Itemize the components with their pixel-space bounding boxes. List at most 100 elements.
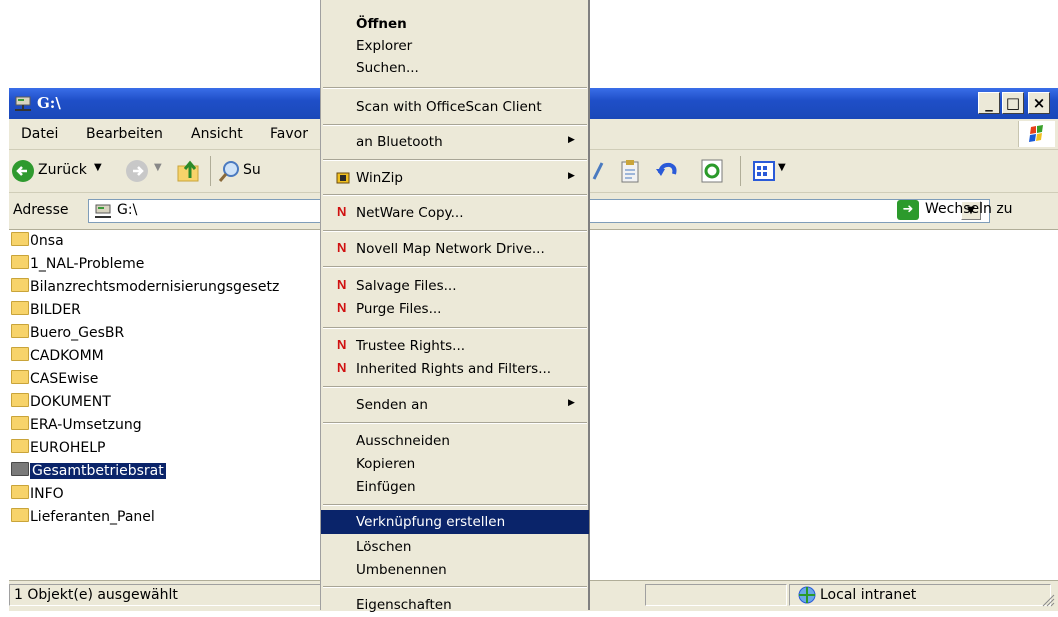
menu-item-explorer[interactable]: Explorer [321,34,589,58]
search-button-label[interactable]: Su [243,162,261,178]
menu-item-open[interactable]: Öffnen [321,12,589,36]
maximize-button[interactable]: □ [1002,92,1024,114]
copy-to-icon[interactable] [592,159,606,183]
menu-item-label: Explorer [356,38,413,54]
menu-separator [323,586,587,588]
close-button[interactable]: × [1028,92,1050,114]
novell-icon: N [337,240,347,255]
menu-item-netware-copy[interactable]: N NetWare Copy... [321,201,589,225]
views-icon[interactable] [752,159,776,183]
menu-item-label: Salvage Files... [356,278,457,294]
list-item-selected[interactable]: Gesamtbetriebsrat [11,462,166,484]
list-item[interactable]: BILDER [11,301,81,323]
menu-item-officescan[interactable]: Scan with OfficeScan Client [321,95,589,119]
menu-item-create-shortcut[interactable]: Verknüpfung erstellen [321,510,589,534]
menu-ansicht[interactable]: Ansicht [191,126,243,142]
menu-item-label: Öffnen [356,16,407,32]
menu-item-send-to[interactable]: Senden an ▶ [321,393,589,417]
menu-item-label: NetWare Copy... [356,205,464,221]
menu-item-label: Scan with OfficeScan Client [356,99,542,115]
menu-item-bluetooth[interactable]: an Bluetooth ▶ [321,130,589,154]
menu-item-purge[interactable]: N Purge Files... [321,297,589,321]
novell-icon: N [337,204,347,219]
novell-icon: N [337,337,347,352]
resize-grip-icon[interactable] [1041,593,1055,607]
file-name: DOKUMENT [30,394,111,410]
file-name: Bilanzrechtsmodernisierungsgesetz [30,279,280,295]
menu-item-search[interactable]: Suchen... [321,56,589,80]
go-arrow-icon[interactable]: ➜ [897,200,919,220]
list-item[interactable]: ERA-Umsetzung [11,416,142,438]
list-item[interactable]: Bilanzrechtsmodernisierungsgesetz [11,278,279,300]
views-dropdown-icon[interactable]: ▼ [778,162,786,173]
menu-item-delete[interactable]: Löschen [321,535,589,559]
menu-item-copy[interactable]: Kopieren [321,452,589,476]
novell-icon: N [337,300,347,315]
folder-icon [11,508,29,522]
folder-icon [11,301,29,315]
menu-item-novell-map[interactable]: N Novell Map Network Drive... [321,237,589,261]
menu-separator [323,266,587,268]
folder-up-icon[interactable] [176,158,202,184]
list-item[interactable]: EUROHELP [11,439,105,461]
folder-icon [11,462,29,476]
menu-favoriten[interactable]: Favor [270,126,308,142]
menu-separator [323,87,587,89]
menu-item-salvage[interactable]: N Salvage Files... [321,274,589,298]
menu-separator [323,124,587,126]
submenu-arrow-icon: ▶ [568,171,575,181]
menu-item-label: Novell Map Network Drive... [356,241,545,257]
forward-arrow-icon[interactable] [125,159,149,183]
list-item[interactable]: Lieferanten_Panel [11,508,155,530]
back-button-label[interactable]: Zurück [38,162,87,178]
menu-bearbeiten[interactable]: Bearbeiten [86,126,163,142]
status-cell-selection: 1 Objekt(e) ausgewählt [9,584,321,606]
menu-item-label: Einfügen [356,479,416,495]
folder-icon [11,416,29,430]
folder-icon [11,393,29,407]
menu-item-label: Ausschneiden [356,433,450,449]
refresh-icon[interactable] [700,158,724,184]
menu-item-winzip[interactable]: WinZip ▶ [321,166,589,190]
folder-icon [11,439,29,453]
list-item[interactable]: 1_NAL-Probleme [11,255,144,277]
list-item[interactable]: Buero_GesBR [11,324,124,346]
minimize-button[interactable]: _ [978,92,1000,114]
menu-item-label: Purge Files... [356,301,442,317]
folder-icon [11,370,29,384]
menu-item-paste[interactable]: Einfügen [321,475,589,499]
menu-item-label: Suchen... [356,60,419,76]
menu-datei[interactable]: Datei [21,126,58,142]
menu-item-cut[interactable]: Ausschneiden [321,429,589,453]
menu-separator [323,422,587,424]
toolbar-separator [740,156,741,186]
menu-item-properties[interactable]: Eigenschaften [321,593,589,617]
folder-icon [11,485,29,499]
file-list: 0nsa 1_NAL-Probleme Bilanzrechtsmodernis… [9,230,329,578]
window-title: G:\ [37,94,61,112]
search-icon[interactable] [218,159,242,183]
forward-dropdown-icon[interactable]: ▼ [154,162,162,173]
list-item[interactable]: CADKOMM [11,347,104,369]
menu-item-rename[interactable]: Umbenennen [321,558,589,582]
paste-icon[interactable] [620,158,642,184]
menu-item-label: Kopieren [356,456,416,472]
menu-separator [323,194,587,196]
list-item[interactable]: INFO [11,485,64,507]
file-name: ERA-Umsetzung [30,417,142,433]
status-cell-empty [645,584,787,606]
file-name: Buero_GesBR [30,325,125,341]
go-button-label[interactable]: Wechseln zu [925,201,1013,217]
back-arrow-icon[interactable] [11,159,35,183]
file-name: CADKOMM [30,348,104,364]
menu-item-label: Umbenennen [356,562,447,578]
undo-icon[interactable] [655,159,679,183]
winzip-icon [336,172,350,184]
list-item[interactable]: CASEwise [11,370,98,392]
menu-item-inherited[interactable]: N Inherited Rights and Filters... [321,357,589,381]
menu-item-trustee[interactable]: N Trustee Rights... [321,334,589,358]
list-item[interactable]: DOKUMENT [11,393,111,415]
list-item[interactable]: 0nsa [11,232,64,254]
back-dropdown-icon[interactable]: ▼ [94,162,102,173]
folder-icon [11,278,29,292]
